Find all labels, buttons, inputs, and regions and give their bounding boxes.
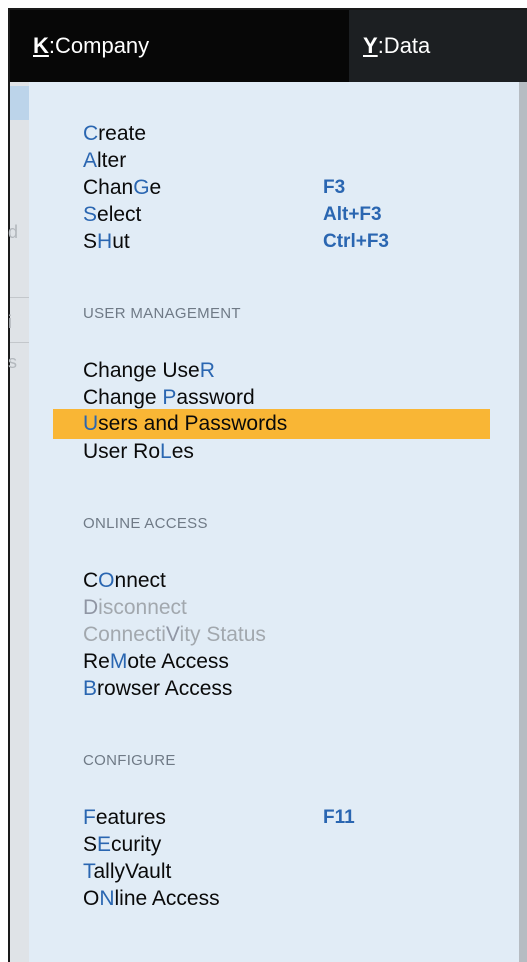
menu-item-features[interactable]: Features F11 — [53, 803, 490, 832]
hotkey-letter: B — [83, 677, 98, 700]
background-divider — [10, 342, 29, 343]
menu-data-label: :Data — [377, 33, 431, 58]
hotkey-letter: H — [97, 230, 113, 253]
menu-item-alter[interactable]: Alter — [53, 146, 490, 175]
menu-item-connectivity-status: ConnectiVity Status — [83, 623, 266, 646]
menu-data[interactable]: Y:Data — [349, 10, 527, 82]
background-window-strip — [10, 82, 29, 962]
top-menu-bar: K:Company Y:Data — [10, 10, 527, 82]
hotkey-letter: R — [199, 359, 215, 382]
menu-item-disconnect: Disconnect — [83, 596, 187, 619]
background-divider — [10, 297, 29, 298]
background-window-right-edge — [519, 82, 527, 962]
shortcut-label: Alt+F3 — [323, 204, 382, 225]
hotkey-letter: M — [109, 650, 128, 673]
hotkey-letter: G — [133, 176, 150, 199]
menu-item-shut[interactable]: SHut Ctrl+F3 — [53, 227, 490, 256]
hotkey-letter: P — [162, 386, 177, 409]
hotkey-letter: F — [83, 806, 96, 829]
section-header-user-management: USER MANAGEMENT — [83, 305, 241, 322]
menu-item-online-access[interactable]: ONline Access — [53, 884, 490, 913]
menu-item-users-and-passwords[interactable]: Users and Passwords — [53, 409, 490, 439]
hotkey-letter: D — [83, 596, 99, 619]
hotkey-letter: O — [98, 569, 115, 592]
hotkey-letter: E — [97, 833, 112, 856]
background-selection — [10, 86, 29, 120]
menu-company[interactable]: K:Company — [10, 10, 349, 82]
shortcut-label: Ctrl+F3 — [323, 231, 389, 252]
menu-item-user-roles[interactable]: User RoLes — [53, 437, 490, 466]
menu-company-key: K — [33, 33, 49, 58]
hotkey-letter: T — [83, 860, 94, 883]
hotkey-letter: V — [165, 623, 180, 646]
background-text-fragment: d — [8, 222, 19, 242]
shortcut-label: F3 — [323, 177, 346, 198]
section-header-online-access: ONLINE ACCESS — [83, 515, 208, 532]
hotkey-letter: S — [83, 203, 98, 226]
hotkey-letter: C — [83, 122, 99, 145]
menu-item-change[interactable]: ChanGe F3 — [53, 173, 490, 202]
hotkey-letter: U — [83, 412, 99, 435]
menu-item-select[interactable]: Select Alt+F3 — [53, 200, 490, 229]
hotkey-letter: N — [99, 887, 115, 910]
shortcut-label: F11 — [323, 807, 355, 828]
menu-item-change-password[interactable]: Change Password — [53, 383, 490, 412]
hotkey-letter: A — [83, 149, 98, 172]
menu-item-create[interactable]: Create — [53, 119, 490, 148]
menu-item-change-user[interactable]: Change UseR — [53, 356, 490, 385]
section-header-configure: CONFIGURE — [83, 752, 176, 769]
hotkey-letter: L — [160, 440, 172, 463]
menu-data-key: Y — [363, 33, 378, 58]
background-text-fragment: i — [8, 312, 12, 332]
menu-item-connect[interactable]: COnnect — [53, 566, 490, 595]
menu-item-tallyvault[interactable]: TallyVault — [53, 857, 490, 886]
menu-item-remote-access[interactable]: ReMote Access — [53, 647, 490, 676]
background-text-fragment: s — [8, 352, 17, 372]
menu-item-security[interactable]: SEcurity — [53, 830, 490, 859]
menu-item-browser-access[interactable]: Browser Access — [53, 674, 490, 703]
menu-company-label: :Company — [48, 33, 150, 58]
